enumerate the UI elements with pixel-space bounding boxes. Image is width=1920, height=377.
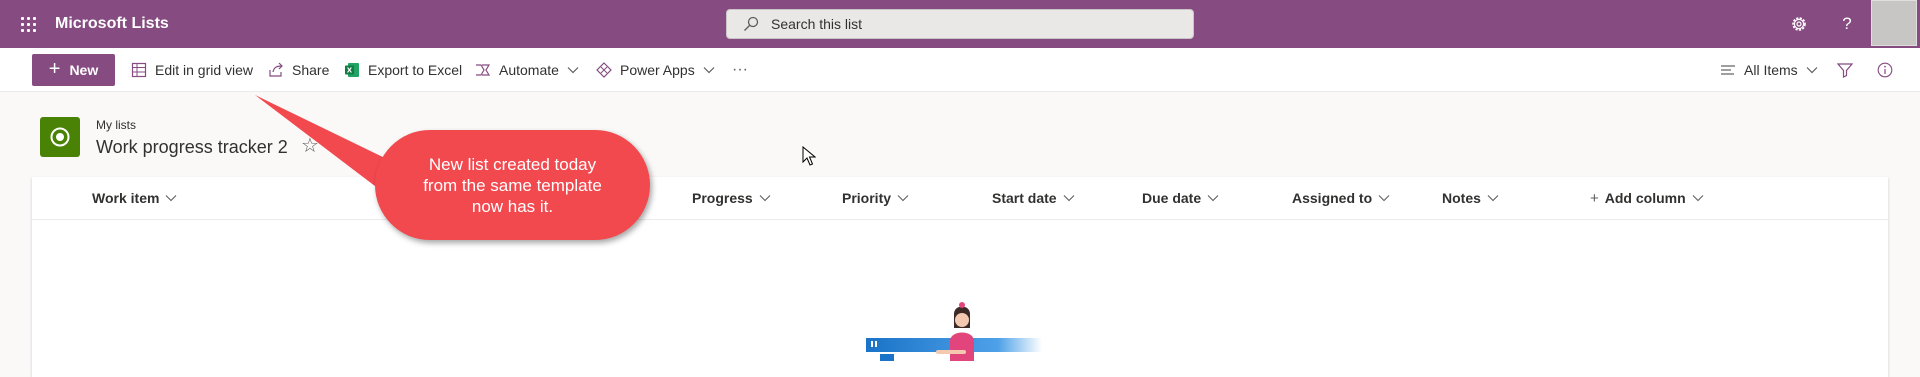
grid-icon [131,62,147,78]
view-name-label: All Items [1744,62,1798,78]
chevron-down-icon [567,67,579,74]
callout-text: New list created today from the same tem… [423,154,602,216]
help-question-icon[interactable]: ? [1829,6,1865,42]
column-header-notes[interactable]: Notes [1442,177,1499,219]
new-button-label: New [69,62,99,78]
column-header-label: Assigned to [1292,190,1373,206]
app-name[interactable]: Microsoft Lists [55,13,169,35]
filter-icon[interactable] [1837,48,1861,92]
plus-icon: + [1590,189,1599,207]
column-header-label: Priority [842,190,892,206]
column-header-work-item[interactable]: Work item [92,177,177,219]
view-switcher-menu[interactable]: All Items [1720,48,1818,92]
chevron-down-icon [759,195,771,202]
add-column-label: Add column [1604,190,1686,206]
export-to-excel-label: Export to Excel [368,62,463,78]
list-title: Work progress tracker 2 [96,137,288,157]
search-icon [744,16,759,31]
share-icon [269,62,283,77]
power-apps-menu[interactable]: Power Apps [596,48,715,92]
suite-header: Microsoft Lists ? [0,0,1920,48]
info-icon[interactable] [1877,48,1901,92]
favorite-star-icon[interactable]: ☆ [301,133,319,158]
power-apps-icon [596,62,612,78]
empty-list-illustration [866,302,1042,361]
automate-label: Automate [499,62,559,78]
excel-icon: X [345,63,359,77]
list-view-icon [1721,65,1735,75]
chevron-down-icon [1207,195,1219,202]
breadcrumb-my-lists[interactable]: My lists [96,118,136,132]
column-header-start-date[interactable]: Start date [992,177,1075,219]
column-header-row: Work item Progress Priority Start date D… [32,177,1888,220]
share-button[interactable]: Share [268,48,329,92]
export-to-excel-button[interactable]: X Export to Excel [344,48,462,92]
search-box[interactable] [726,9,1194,39]
column-header-label: Work item [92,190,160,206]
column-header-priority[interactable]: Priority [842,177,909,219]
column-header-label: Start date [992,190,1057,206]
list-icon [40,117,80,157]
settings-gear-icon[interactable] [1781,6,1817,42]
user-avatar[interactable] [1871,0,1917,46]
flow-automate-icon [476,64,491,76]
chevron-down-icon [1692,195,1704,202]
column-header-label: Progress [692,190,753,206]
column-header-progress[interactable]: Progress [692,177,771,219]
chevron-down-icon [1806,67,1818,74]
app-launcher-icon[interactable] [10,6,46,42]
column-header-label: Notes [1442,190,1481,206]
edit-in-grid-view-button[interactable]: Edit in grid view [131,48,253,92]
annotation-callout: New list created today from the same tem… [375,130,650,240]
column-header-due-date[interactable]: Due date [1142,177,1219,219]
automate-menu[interactable]: Automate [475,48,579,92]
column-header-assigned-to[interactable]: Assigned to [1292,177,1390,219]
add-column-button[interactable]: + Add column [1590,177,1704,219]
chevron-down-icon [1487,195,1499,202]
edit-in-grid-view-label: Edit in grid view [155,62,254,78]
chevron-down-icon [1063,195,1074,202]
chevron-down-icon [703,67,715,74]
mouse-cursor-icon [802,146,816,166]
plus-icon: + [48,58,61,80]
chevron-down-icon [1378,195,1390,202]
power-apps-label: Power Apps [620,62,695,78]
share-label: Share [292,62,330,78]
chevron-down-icon [897,195,909,202]
ellipsis-icon: ··· [732,61,748,78]
svg-text:X: X [347,67,353,75]
new-button[interactable]: + New [32,54,115,86]
chevron-down-icon [166,195,177,202]
more-commands-button[interactable]: ··· [732,48,748,92]
command-bar: + New Edit in grid view Share X Export t… [0,48,1920,92]
column-header-label: Due date [1142,190,1202,206]
search-input[interactable] [769,15,1173,33]
